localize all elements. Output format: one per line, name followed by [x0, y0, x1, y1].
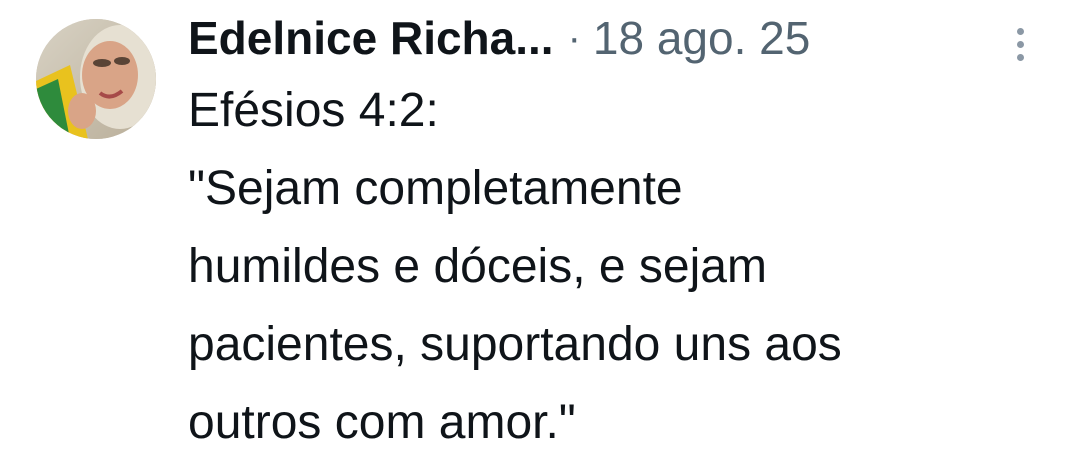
timestamp[interactable]: 18 ago. 25 [593, 11, 810, 65]
post-text-line: outros com amor." [188, 396, 576, 449]
more-vertical-icon-dot [1016, 40, 1024, 48]
author-name[interactable]: Edelnice Richa... [188, 11, 554, 65]
post-text-line: humildes e dóceis, e sejam [188, 240, 767, 293]
post-text-line: pacientes, suportando uns aos [188, 318, 842, 371]
avatar[interactable] [36, 19, 156, 139]
post: Edelnice Richa... · 18 ago. 25 Efésios 4… [0, 0, 1080, 468]
more-vertical-icon-dot [1016, 53, 1024, 61]
post-text-line: "Sejam completamente [188, 162, 683, 215]
post-text: Efésios 4:2: "Sejam completamente humild… [188, 72, 1048, 462]
more-options-button[interactable] [1004, 22, 1036, 66]
more-vertical-icon [1016, 27, 1024, 35]
post-text-line: Efésios 4:2: [188, 84, 439, 137]
avatar-image [36, 19, 156, 139]
post-header: Edelnice Richa... · 18 ago. 25 [188, 6, 810, 70]
separator-dot: · [567, 15, 581, 60]
